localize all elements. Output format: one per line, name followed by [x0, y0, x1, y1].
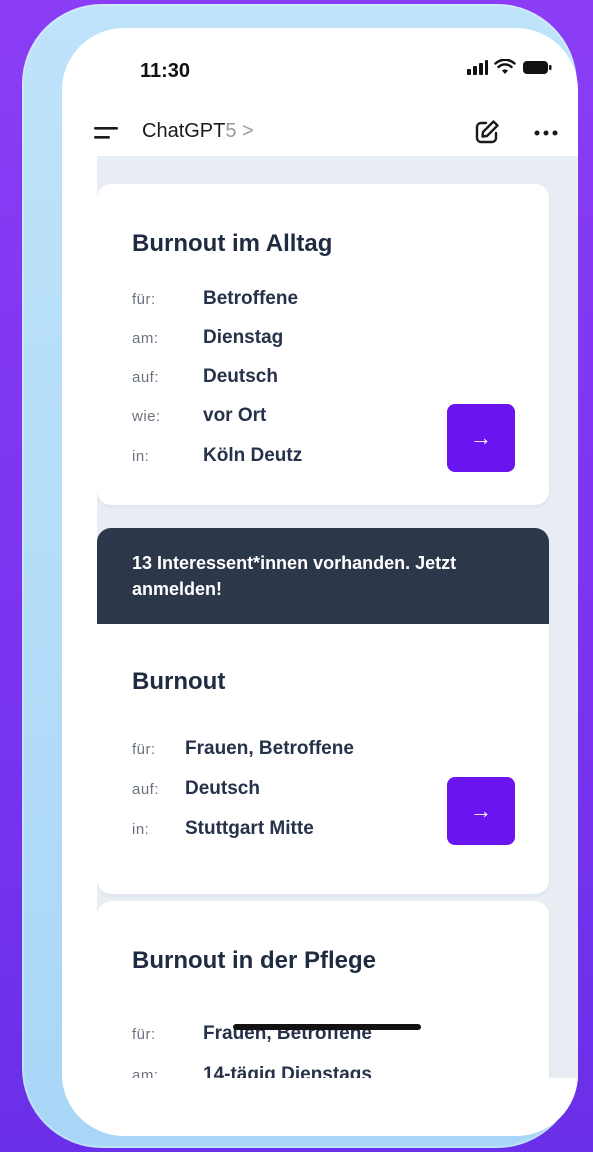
interest-banner[interactable]: 13 Interessent*innen vorhanden. Jetzt an…: [97, 528, 549, 624]
info-row: am: 14-tägig Dienstags: [132, 1062, 372, 1079]
row-value: Frauen, Betroffene: [185, 738, 354, 759]
status-bar: 11:30: [62, 28, 578, 108]
banner-text: 13 Interessent*innen vorhanden. Jetzt an…: [132, 553, 457, 599]
row-label: am:: [132, 329, 159, 347]
info-row: auf: Deutsch: [132, 364, 278, 390]
bottom-area: [62, 1078, 578, 1136]
info-row: am: Dienstag: [132, 325, 283, 351]
row-value: 14-tägig Dienstags: [203, 1064, 372, 1078]
row-label: für:: [132, 1025, 156, 1043]
model-selector[interactable]: ChatGPT5 >: [142, 120, 254, 143]
row-label: am:: [132, 1066, 159, 1079]
row-value: Deutsch: [203, 366, 278, 387]
row-label: in:: [132, 820, 150, 838]
battery-icon: [523, 60, 552, 74]
signal-icon: [467, 60, 488, 75]
row-value: vor Ort: [203, 405, 267, 426]
course-title: Burnout: [132, 668, 226, 695]
status-icons: [466, 59, 552, 75]
home-indicator[interactable]: [233, 1024, 421, 1030]
model-version: 5: [225, 120, 237, 142]
status-time: 11:30: [140, 60, 191, 82]
row-value: Dienstag: [203, 327, 284, 348]
row-value: Betroffene: [203, 288, 299, 309]
row-value: Stuttgart Mitte: [185, 818, 314, 839]
phone-screen: 11:30 ChatGPT5 > Burnout im Alltag für: …: [62, 28, 578, 1136]
nav-bar: ChatGPT5 >: [62, 108, 578, 156]
course-title: Burnout in der Pflege: [132, 947, 377, 974]
row-label: auf:: [132, 780, 160, 798]
info-row: für: Betroffene: [132, 286, 298, 312]
row-label: für:: [132, 290, 156, 308]
course-card: Burnout im Alltag für: Betroffene am: Di…: [97, 184, 549, 505]
info-row: in: Köln Deutz: [132, 443, 302, 469]
app-title: ChatGPT: [142, 120, 226, 142]
course-card: 13 Interessent*innen vorhanden. Jetzt an…: [97, 528, 549, 894]
wifi-icon: [494, 59, 516, 74]
menu-icon[interactable]: [92, 124, 120, 142]
info-row: für: Frauen, Betroffene: [132, 1021, 372, 1047]
row-label: für:: [132, 740, 156, 758]
info-row: wie: vor Ort: [132, 403, 266, 429]
course-title: Burnout im Alltag: [132, 230, 333, 257]
course-card: Burnout in der Pflege für: Frauen, Betro…: [97, 901, 549, 1078]
row-value: Köln Deutz: [203, 445, 303, 466]
info-row: auf: Deutsch: [132, 776, 260, 802]
row-label: wie:: [132, 407, 161, 425]
info-row: in: Stuttgart Mitte: [132, 816, 314, 842]
row-label: in:: [132, 447, 150, 465]
row-label: auf:: [132, 368, 160, 386]
chevron-right-icon: >: [242, 120, 254, 142]
row-value: Deutsch: [185, 778, 260, 799]
phone-frame: 11:30 ChatGPT5 > Burnout im Alltag für: …: [22, 4, 578, 1148]
arrow-right-button[interactable]: →: [447, 777, 515, 845]
arrow-right-button[interactable]: →: [447, 404, 515, 472]
chat-content[interactable]: Burnout im Alltag für: Betroffene am: Di…: [97, 156, 578, 1078]
info-row: für: Frauen, Betroffene: [132, 736, 354, 762]
more-icon[interactable]: [532, 122, 560, 142]
edit-icon[interactable]: [472, 117, 502, 147]
